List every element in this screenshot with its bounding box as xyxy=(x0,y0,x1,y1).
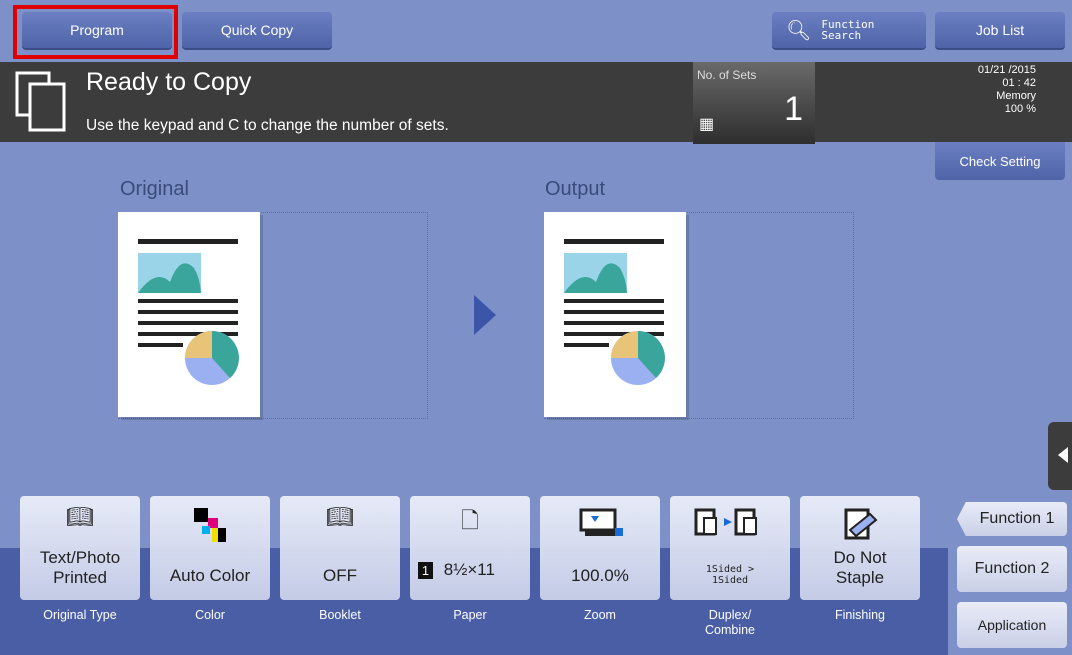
sets-label: No. of Sets xyxy=(697,68,757,82)
original-page xyxy=(118,212,260,417)
expand-panel-button[interactable] xyxy=(1048,422,1072,490)
duplex-button[interactable]: 1Sided > 1Sided xyxy=(670,496,790,600)
sets-value: 1 xyxy=(784,90,803,128)
duplex-value: 1Sided > 1Sided xyxy=(705,564,755,586)
output-label: Output xyxy=(545,178,606,200)
zoom-button[interactable]: 100.0% xyxy=(540,496,660,600)
finishing-value: Do Not Staple xyxy=(833,548,887,587)
number-of-sets-panel[interactable]: No. of Sets ▦ 1 xyxy=(693,62,815,144)
original-label: Original xyxy=(120,178,189,200)
function2-label: Function 2 xyxy=(974,560,1050,577)
booklet-label: Booklet xyxy=(319,608,361,622)
quick-copy-button[interactable]: Quick Copy xyxy=(182,12,332,48)
booklet-icon: 📖︎ xyxy=(326,504,354,529)
zoom-label: Zoom xyxy=(584,608,616,622)
paper-value-row: 1 8½×11 xyxy=(418,560,538,580)
zoom-icon xyxy=(540,504,660,548)
booklet-button[interactable]: 📖︎ OFF xyxy=(280,496,400,600)
finishing-button[interactable]: Do Not Staple xyxy=(800,496,920,600)
date: 01/21 /2015 xyxy=(977,64,1036,76)
arrow-right-icon xyxy=(474,295,496,335)
color-icon xyxy=(150,504,270,550)
datetime-info: 01/21 /2015 01 : 42 Memory 100 % xyxy=(930,64,1036,116)
staple-icon xyxy=(800,504,920,550)
application-label: Application xyxy=(977,617,1047,633)
color-label: Color xyxy=(195,608,225,622)
check-setting-button[interactable]: Check Setting xyxy=(935,142,1065,180)
original-type-value: Text/Photo Printed xyxy=(39,548,121,587)
paper-label: Paper xyxy=(453,608,487,622)
memory-value: 100 % xyxy=(1004,103,1036,115)
booklet-value: OFF xyxy=(323,566,357,585)
finishing-label: Finishing xyxy=(834,608,886,622)
paper-value: 8½×11 xyxy=(443,560,495,579)
text-photo-icon: 📖︎ xyxy=(66,504,94,529)
duplex-label: Duplex/ Combine xyxy=(704,608,756,637)
original-type-label: Original Type xyxy=(43,608,117,622)
function-search-button[interactable]: 🔍︎ Function Search xyxy=(772,12,926,48)
copy-icon xyxy=(14,70,70,136)
duplex-icon xyxy=(670,504,790,548)
keypad-icon: ▦ xyxy=(699,116,715,133)
application-button[interactable]: Application xyxy=(957,602,1067,648)
output-page xyxy=(544,212,686,417)
highlight-box xyxy=(13,5,178,59)
function-search-label: Function Search xyxy=(821,18,875,42)
color-button[interactable]: Auto Color xyxy=(150,496,270,600)
time: 01 : 42 xyxy=(1002,77,1036,89)
paper-tray-badge: 1 xyxy=(418,562,433,579)
memory-label: Memory xyxy=(996,90,1036,102)
status-title: Ready to Copy xyxy=(86,68,252,96)
zoom-value: 100.0% xyxy=(571,566,629,585)
arrow-left-icon xyxy=(1058,447,1068,463)
function1-tab[interactable]: Function 1 xyxy=(957,502,1067,536)
paper-button[interactable]: 🗋︎ 1 8½×11 xyxy=(410,496,530,600)
color-value: Auto Color xyxy=(169,566,251,585)
status-message: Use the keypad and C to change the numbe… xyxy=(86,117,449,134)
paper-icon: 🗋︎ xyxy=(461,508,479,533)
function2-button[interactable]: Function 2 xyxy=(957,546,1067,592)
job-list-button[interactable]: Job List xyxy=(935,12,1065,48)
search-icon: 🔍︎ xyxy=(786,19,812,42)
original-type-button[interactable]: 📖︎ Text/Photo Printed xyxy=(20,496,140,600)
function1-label: Function 1 xyxy=(979,510,1055,527)
